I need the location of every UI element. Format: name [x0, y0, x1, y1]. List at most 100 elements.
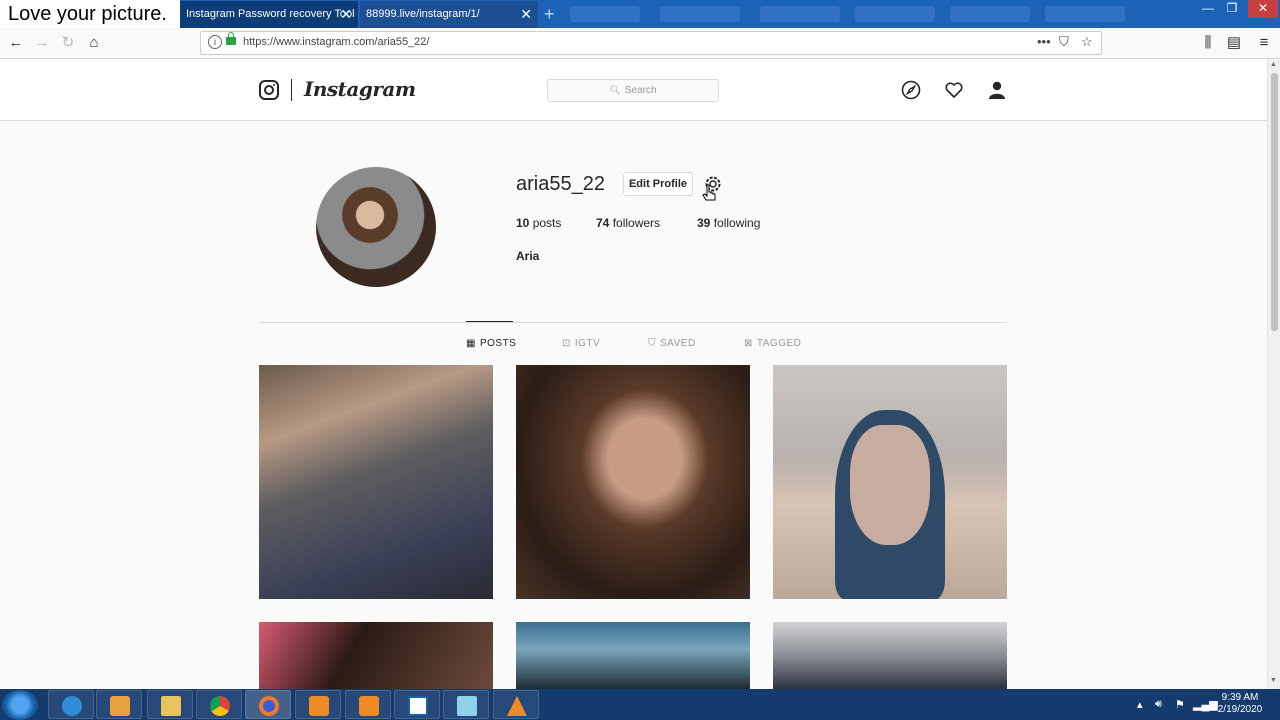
instagram-camera-icon[interactable]	[259, 80, 279, 100]
following-label: following	[713, 216, 761, 230]
post-thumbnail[interactable]	[516, 365, 750, 599]
maximize-icon[interactable]: ❐	[1220, 0, 1244, 18]
instagram-wordmark[interactable]: Instagram	[304, 77, 416, 101]
profile-icon[interactable]	[987, 80, 1007, 100]
profile-full-name: Aria	[516, 249, 540, 263]
reload-icon[interactable]: ↻	[58, 33, 78, 53]
photo-detail	[850, 425, 930, 545]
tab-saved[interactable]: ⛉ SAVED	[648, 338, 696, 349]
taskbar-app[interactable]	[394, 690, 440, 719]
folder-icon	[161, 696, 181, 716]
grid-icon: ▦	[466, 338, 476, 349]
search-placeholder: Search	[624, 85, 657, 96]
browser-navbar: ← → ↻ ⌂ i https://www.instagram.com/aria…	[0, 28, 1280, 59]
tab-label: POSTS	[479, 338, 517, 349]
page-scrollbar[interactable]: ▲ ▼	[1267, 59, 1280, 689]
bookmark-icon: ⛉	[648, 338, 656, 349]
tag-icon: ⊠	[744, 338, 753, 349]
clock-date: 2/19/2020	[1217, 704, 1263, 715]
close-tab-icon[interactable]: ✕	[340, 1, 352, 28]
url-bar[interactable]: i https://www.instagram.com/aria55_22/ •…	[200, 31, 1102, 55]
window-icon	[408, 696, 428, 716]
scrollbar-thumb[interactable]	[1271, 73, 1278, 331]
firefox-icon	[259, 696, 279, 716]
followers-stat[interactable]: 74 followers	[596, 216, 660, 230]
browser-tab-password-recovery[interactable]: Instagram Password recovery Tool ✕	[180, 1, 358, 28]
posts-stat: 10 posts	[516, 216, 561, 230]
vlc-icon	[507, 696, 527, 716]
taskbar-clock[interactable]: 9:39 AM 2/19/2020	[1208, 692, 1272, 716]
taskbar-vlc[interactable]	[493, 690, 539, 719]
bookmark-star-icon[interactable]: ☆	[1081, 34, 1093, 50]
post-thumbnail[interactable]	[516, 622, 750, 689]
tab-posts[interactable]: ▦ POSTS	[466, 338, 516, 349]
taskbar: ▴ 🔊︎ ⚑ ▂▄▆ 9:39 AM 2/19/2020	[0, 689, 1280, 720]
search-input[interactable]: 🔍︎ Search	[547, 79, 719, 102]
start-button[interactable]	[2, 690, 38, 720]
tab-label: TAGGED	[756, 338, 802, 349]
scroll-down-icon[interactable]: ▼	[1270, 677, 1277, 684]
plus-icon[interactable]: +	[544, 4, 555, 24]
post-thumbnail[interactable]	[773, 365, 1007, 599]
tray-expand-icon[interactable]: ▴	[1137, 698, 1143, 711]
minimize-icon[interactable]: —	[1196, 0, 1220, 18]
avatar[interactable]	[316, 167, 436, 287]
taskbar-ie[interactable]	[48, 690, 94, 719]
post-thumbnail[interactable]	[773, 622, 1007, 689]
blurred-tab	[570, 6, 640, 22]
browser-tab-88999[interactable]: 88999.live/instagram/1/ ✕	[360, 1, 538, 28]
taskbar-app[interactable]	[295, 690, 341, 719]
notepad-icon	[457, 696, 477, 716]
url-text[interactable]: https://www.instagram.com/aria55_22/	[243, 36, 429, 48]
flag-icon[interactable]: ⚑	[1175, 698, 1185, 711]
edit-profile-button[interactable]: Edit Profile	[623, 172, 693, 196]
following-count: 39	[697, 216, 711, 230]
followers-count: 74	[596, 216, 610, 230]
compass-icon[interactable]	[901, 80, 921, 100]
hand-cursor-icon	[702, 184, 716, 201]
instagram-page: Instagram 🔍︎ Search aria55_22 Edit Profil…	[0, 59, 1267, 689]
lock-icon	[226, 32, 236, 45]
igtv-icon: ⊡	[562, 338, 571, 349]
followers-label: followers	[612, 216, 661, 230]
tab-title: 88999.live/instagram/1/	[366, 8, 480, 20]
volume-icon[interactable]: 🔊︎	[1155, 698, 1162, 711]
taskbar-chrome[interactable]	[196, 690, 242, 719]
blurred-tab	[760, 6, 840, 22]
taskbar-app[interactable]	[443, 690, 489, 719]
blurred-tab	[950, 6, 1030, 22]
close-window-icon[interactable]: ✕	[1248, 0, 1278, 18]
capture-icon	[359, 696, 379, 716]
tab-tagged[interactable]: ⊠ TAGGED	[744, 338, 801, 349]
profile-username: aria55_22	[516, 173, 605, 195]
forward-arrow-icon[interactable]: →	[32, 33, 52, 53]
clock-time: 9:39 AM	[1221, 692, 1259, 703]
taskbar-app[interactable]	[345, 690, 391, 719]
blurred-tab	[855, 6, 935, 22]
tab-igtv[interactable]: ⊡ IGTV	[562, 338, 600, 349]
page-actions-icon[interactable]: •••	[1037, 34, 1051, 49]
close-tab-icon[interactable]: ✕	[520, 1, 532, 28]
tab-title: Instagram Password recovery Tool	[186, 8, 355, 20]
heart-icon[interactable]	[944, 80, 964, 100]
logo-divider	[291, 79, 292, 101]
scroll-up-icon[interactable]: ▲	[1270, 61, 1277, 68]
following-stat[interactable]: 39 following	[697, 216, 760, 230]
home-icon[interactable]: ⌂	[84, 33, 104, 53]
tabs-divider	[259, 322, 1007, 323]
taskbar-media[interactable]	[96, 690, 142, 719]
library-icon[interactable]: ⫼	[1198, 33, 1218, 53]
post-thumbnail[interactable]	[259, 622, 493, 689]
posts-count: 10	[516, 216, 530, 230]
tab-label: SAVED	[660, 338, 696, 349]
posts-label: posts	[532, 216, 562, 230]
back-arrow-icon[interactable]: ←	[6, 33, 26, 53]
sidebar-icon[interactable]: ▤	[1224, 33, 1244, 53]
post-thumbnail[interactable]	[259, 365, 493, 599]
info-icon[interactable]: i	[208, 35, 222, 49]
pocket-icon[interactable]: ⛉	[1059, 34, 1069, 50]
blurred-tab	[1045, 6, 1125, 22]
menu-icon[interactable]: ≡	[1254, 33, 1274, 53]
taskbar-firefox[interactable]	[245, 690, 291, 719]
taskbar-explorer[interactable]	[147, 690, 193, 719]
